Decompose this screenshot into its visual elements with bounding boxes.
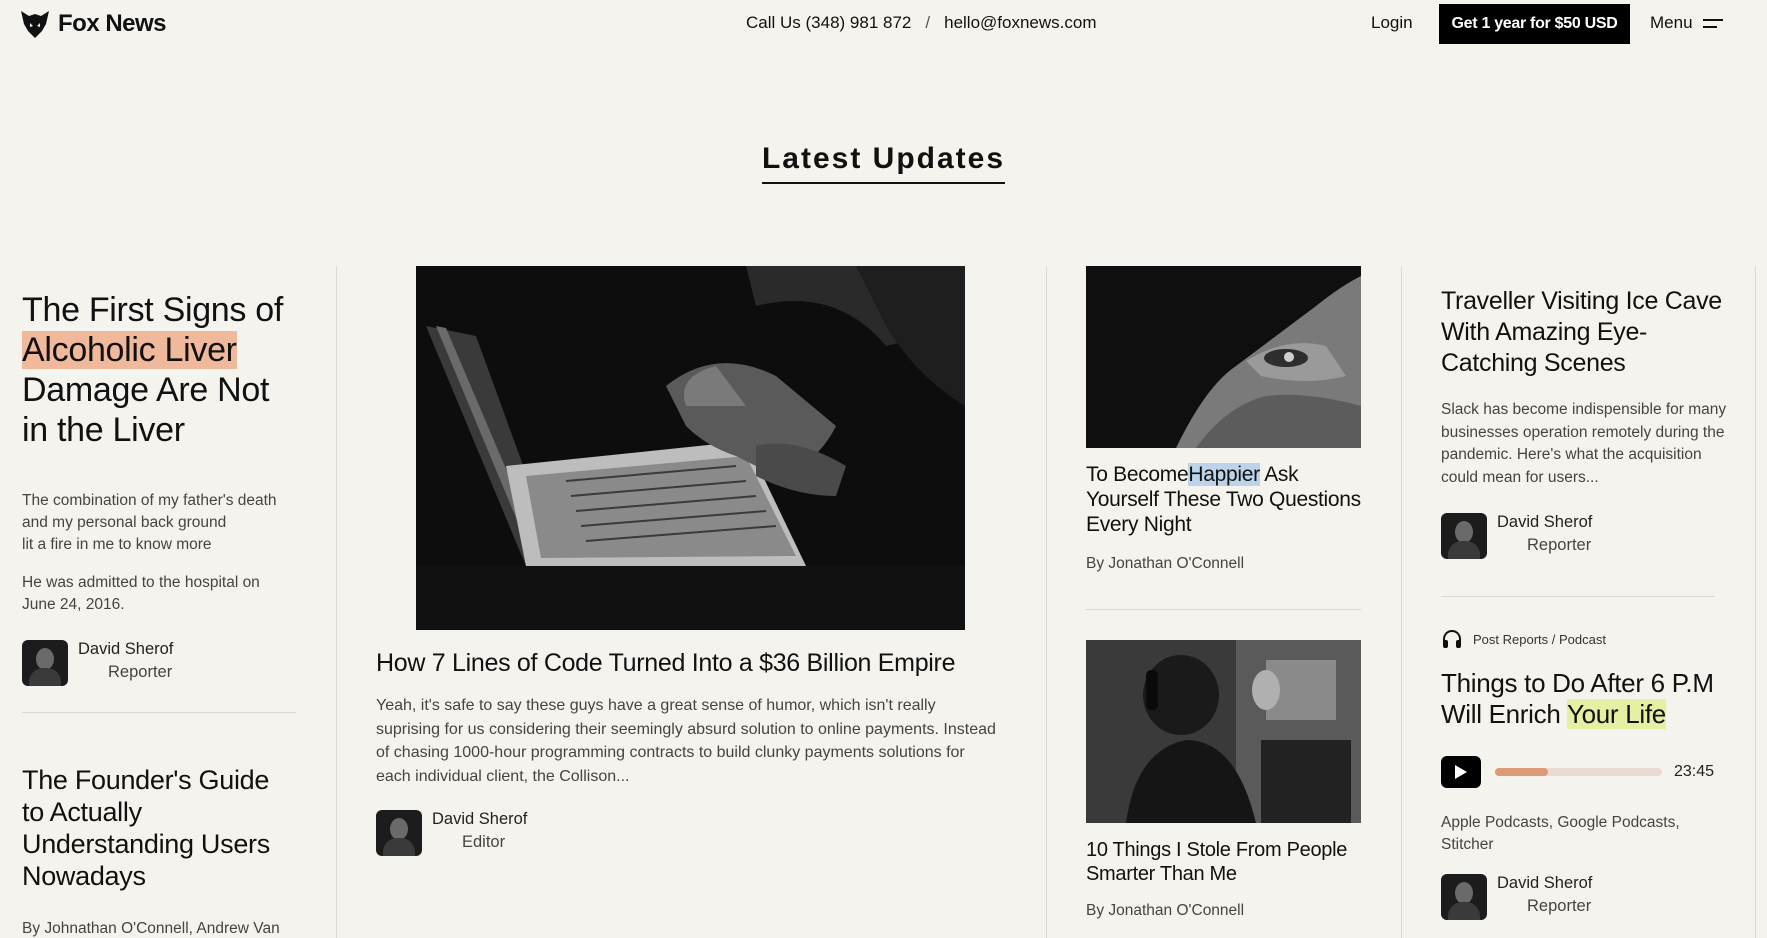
site-header: Fox News Call Us (348) 981 872 / hello@f…: [0, 0, 1767, 48]
column-divider: [336, 266, 337, 938]
hamburger-icon: [1702, 18, 1723, 28]
title-text: To Become: [1086, 463, 1189, 486]
contact-separator: /: [925, 13, 931, 32]
brand-logo[interactable]: Fox News: [18, 7, 167, 41]
author-block[interactable]: David Sherof Reporter: [1441, 513, 1731, 559]
excerpt-line: lit a fire in me to know more: [22, 536, 212, 553]
article-card: To BecomeHappier Ask Yourself These Two …: [1086, 462, 1366, 573]
subscribe-button[interactable]: Get 1 year for $50 USD: [1439, 4, 1630, 44]
article-byline: By Jonathan O'Connell: [1086, 902, 1245, 919]
author-name: David Sherof: [1497, 874, 1593, 892]
author-role: Reporter: [108, 663, 173, 681]
face-closeup-image[interactable]: [1086, 266, 1361, 448]
podcast-category: Post Reports / Podcast: [1441, 628, 1741, 650]
article-title[interactable]: Traveller Visiting Ice Cave With Amazing…: [1441, 286, 1731, 379]
author-block[interactable]: David Sherof Reporter: [22, 640, 297, 686]
headphones-icon: [1443, 630, 1461, 648]
audio-progress-track[interactable]: [1495, 768, 1662, 776]
author-role: Reporter: [1527, 897, 1592, 915]
avatar: [22, 640, 68, 686]
author-name: David Sherof: [1497, 513, 1593, 531]
audio-duration: 23:45: [1674, 763, 1715, 780]
category-label[interactable]: Post Reports / Podcast: [1473, 632, 1606, 647]
title-highlight: Alcoholic Liver: [22, 331, 237, 369]
article-excerpt: He was admitted to the hospital on June …: [22, 574, 260, 613]
title-highlight: Your Life: [1566, 699, 1666, 729]
feature-article: How 7 Lines of Code Turned Into a $36 Bi…: [376, 648, 996, 856]
audio-progress-fill: [1495, 768, 1549, 776]
avatar: [376, 810, 422, 856]
column-divider: [1046, 266, 1047, 938]
article-card: Traveller Visiting Ice Cave With Amazing…: [1441, 286, 1731, 559]
menu-label: Menu: [1650, 13, 1693, 32]
article-card: The Founder's Guide to Actually Understa…: [22, 764, 297, 938]
brand-name: Fox News: [58, 10, 167, 37]
article-excerpt: Slack has become indispensible for many …: [1441, 401, 1727, 486]
article-card: 10 Things I Stole From People Smarter Th…: [1086, 838, 1366, 920]
email-link[interactable]: hello@foxnews.com: [944, 13, 1096, 33]
column-divider: [1401, 266, 1402, 938]
article-title[interactable]: To BecomeHappier Ask Yourself These Two …: [1086, 462, 1366, 537]
play-button[interactable]: [1441, 756, 1481, 788]
laptop-image[interactable]: [416, 266, 965, 630]
author-name: David Sherof: [432, 810, 528, 828]
fox-logo-icon: [21, 11, 49, 38]
author-block[interactable]: David Sherof Reporter: [1441, 874, 1741, 920]
article-excerpt: The combination of my father's death and…: [22, 490, 297, 556]
article-title[interactable]: The Founder's Guide to Actually Understa…: [22, 764, 297, 892]
avatar: [1441, 513, 1487, 559]
author-block[interactable]: David Sherof Editor: [376, 810, 996, 856]
login-link[interactable]: Login: [1371, 13, 1413, 33]
title-text: Damage Are Not in the Liver: [22, 371, 270, 449]
avatar: [1441, 874, 1487, 920]
article-divider: [22, 712, 296, 713]
phone-link[interactable]: Call Us (348) 981 872: [746, 13, 911, 33]
article-title[interactable]: The First Signs of Alcoholic Liver Damag…: [22, 290, 297, 450]
article-byline: By Jonathan O'Connell: [1086, 555, 1245, 572]
section-heading: Latest Updates: [0, 142, 1767, 184]
article-title[interactable]: How 7 Lines of Code Turned Into a $36 Bi…: [376, 648, 996, 678]
article-title[interactable]: 10 Things I Stole From People Smarter Th…: [1086, 838, 1366, 886]
play-icon: [1455, 765, 1467, 779]
audio-player: 23:45: [1441, 756, 1741, 788]
podcast-title[interactable]: Things to Do After 6 P.M Will Enrich You…: [1441, 668, 1741, 730]
article-divider: [1441, 596, 1715, 597]
article-divider: [1086, 609, 1361, 610]
article-byline: By Johnathan O'Connell, Andrew Van Dam, …: [22, 920, 280, 937]
author-role: Reporter: [1527, 536, 1592, 554]
menu-button[interactable]: Menu: [1650, 13, 1723, 33]
column-left: The First Signs of Alcoholic Liver Damag…: [22, 290, 297, 686]
excerpt-line: The combination of my father's death: [22, 492, 277, 509]
section-title: Latest Updates: [761, 142, 1006, 184]
author-role: Editor: [462, 833, 506, 851]
dj-studio-image[interactable]: [1086, 640, 1361, 823]
author-name: David Sherof: [78, 640, 174, 658]
excerpt-line: and my personal back ground: [22, 514, 227, 531]
podcast-platforms[interactable]: Apple Podcasts, Google Podcasts, Stitche…: [1441, 812, 1711, 856]
article-excerpt: Yeah, it's safe to say these guys have a…: [376, 697, 996, 785]
column-divider: [1755, 266, 1756, 938]
title-text: The First Signs of: [22, 291, 284, 329]
podcast-card: Post Reports / Podcast Things to Do Afte…: [1441, 628, 1741, 920]
title-highlight: Happier: [1188, 463, 1260, 486]
contact-info: Call Us (348) 981 872 / hello@foxnews.co…: [746, 13, 1097, 33]
